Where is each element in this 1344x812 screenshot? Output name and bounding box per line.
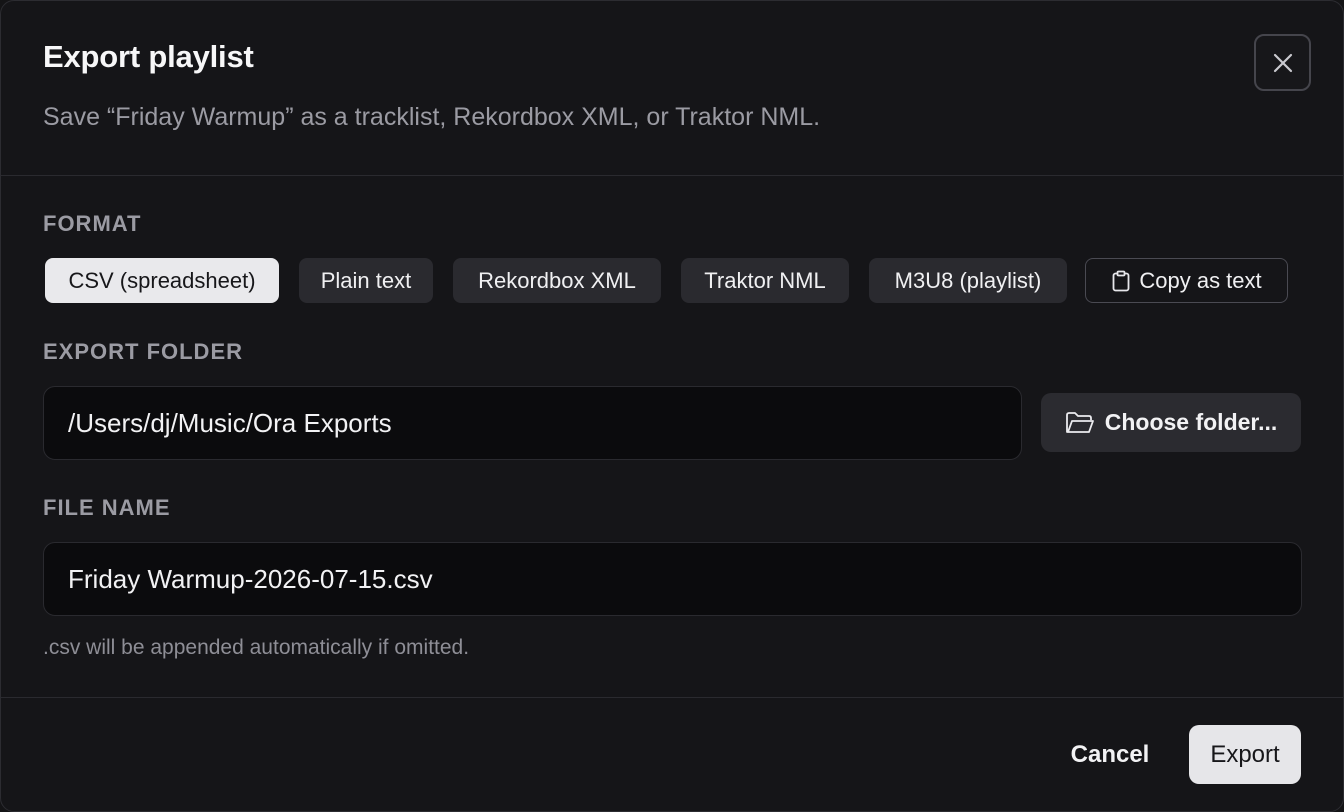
footer-divider	[1, 697, 1343, 698]
file-name-input[interactable]: Friday Warmup-2026-07-15.csv	[43, 542, 1302, 616]
format-option-plain-text[interactable]: Plain text	[299, 258, 433, 303]
format-option-traktor-nml[interactable]: Traktor NML	[681, 258, 849, 303]
export-folder-label: EXPORT FOLDER	[43, 339, 244, 364]
close-button[interactable]	[1254, 34, 1311, 91]
cancel-button[interactable]: Cancel	[1055, 725, 1165, 784]
format-option-csv[interactable]: CSV (spreadsheet)	[45, 258, 279, 303]
dialog-title: Export playlist	[43, 39, 254, 74]
copy-as-text-label: Copy as text	[1139, 267, 1262, 293]
choose-folder-label: Choose folder...	[1104, 409, 1278, 435]
export-button[interactable]: Export	[1189, 725, 1301, 784]
folder-open-icon	[1065, 411, 1095, 435]
copy-as-text-button[interactable]: Copy as text	[1085, 258, 1288, 303]
dialog-header: Export playlist Save “Friday Warmup” as …	[1, 1, 1343, 176]
format-option-m3u8[interactable]: M3U8 (playlist)	[869, 258, 1067, 303]
file-name-label: FILE NAME	[43, 495, 171, 520]
clipboard-icon	[1111, 270, 1131, 292]
format-label: FORMAT	[43, 211, 142, 236]
file-name-hint: .csv will be appended automatically if o…	[43, 636, 470, 659]
format-option-rekordbox-xml[interactable]: Rekordbox XML	[453, 258, 661, 303]
export-playlist-dialog: Export playlist Save “Friday Warmup” as …	[0, 0, 1344, 812]
dialog-subtitle: Save “Friday Warmup” as a tracklist, Rek…	[43, 103, 821, 131]
choose-folder-button[interactable]: Choose folder...	[1041, 393, 1301, 452]
close-icon	[1272, 52, 1294, 74]
export-folder-input[interactable]: /Users/dj/Music/Ora Exports	[43, 386, 1022, 460]
